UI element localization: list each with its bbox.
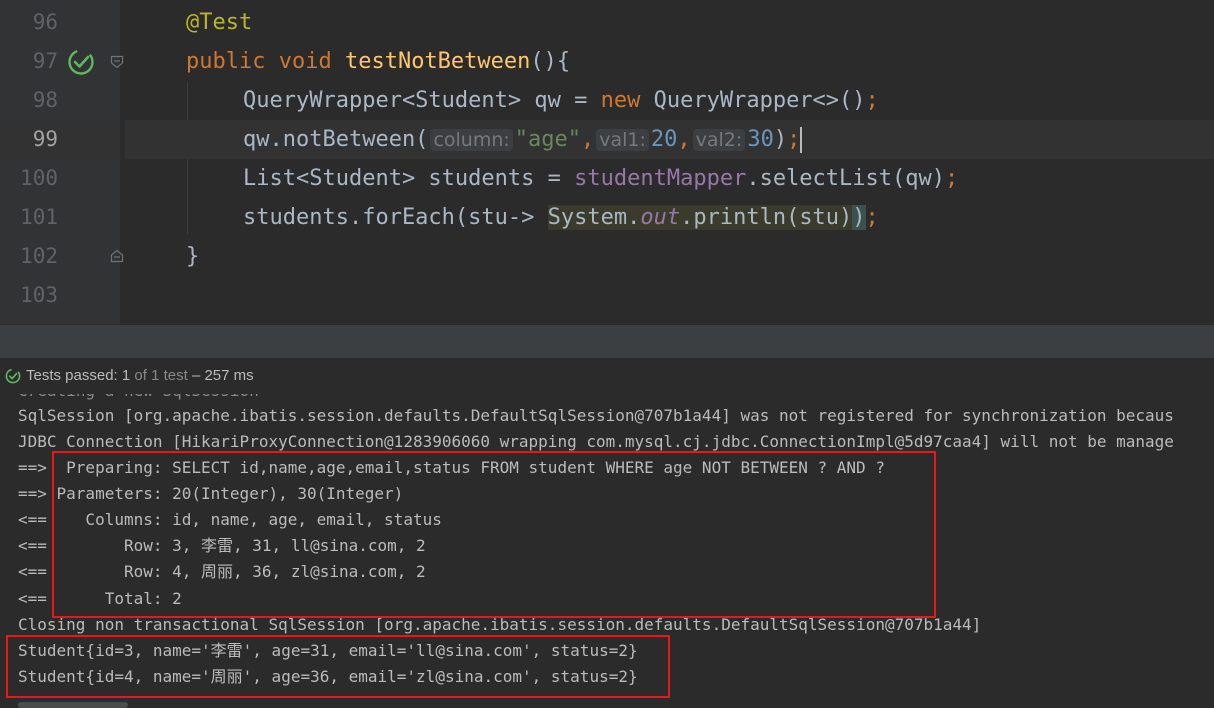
parameter-hint: column: [430, 129, 513, 151]
passed-check-icon [5, 368, 21, 384]
code-text: (){ [530, 49, 571, 74]
code-line[interactable]: @Test [125, 3, 1214, 42]
highlight-box-result [6, 635, 670, 698]
code-line[interactable]: QueryWrapper<Student> qw = new QueryWrap… [125, 81, 1214, 120]
code-line[interactable]: students.forEach(stu-> System.out.printl… [125, 198, 1214, 237]
gutter-line: 96 [0, 3, 120, 42]
code-line[interactable]: public void testNotBetween(){ [125, 42, 1214, 81]
code-text: .println(stu) [680, 205, 853, 230]
gutter-line: 102 [0, 237, 124, 276]
semicolon: ; [945, 166, 959, 191]
code-editor[interactable]: 96 97 98 99 100 101 102 103 @Test public… [0, 0, 1214, 324]
text-caret [800, 127, 803, 153]
gutter-line-current: 99 [0, 120, 120, 159]
comma: , [677, 127, 691, 152]
code-line[interactable] [125, 276, 1214, 315]
code-text: System. [547, 205, 641, 230]
gutter-line: 101 [0, 198, 120, 237]
gutter-line: 97 [0, 42, 124, 81]
code-line[interactable]: List<Student> students = studentMapper.s… [125, 159, 1214, 198]
line-number: 99 [32, 127, 58, 151]
line-number: 103 [20, 283, 58, 307]
editor-gutter: 96 97 98 99 100 101 102 103 [0, 0, 124, 324]
code-text: .selectList(qw) [746, 166, 946, 191]
field-reference: studentMapper [574, 166, 747, 191]
string-literal: "age" [514, 127, 582, 152]
duration: – 257 ms [187, 367, 254, 384]
annotation: @Test [186, 10, 253, 35]
code-text: students.forEach(stu-> [243, 205, 548, 230]
code-text: } [186, 244, 200, 269]
status-label: Tests passed: [26, 367, 122, 384]
run-passed-check-icon[interactable] [67, 48, 95, 76]
keyword: void [278, 49, 332, 74]
gutter-line: 100 [0, 159, 120, 198]
code-text: QueryWrapper<>() [640, 88, 866, 113]
semicolon: ; [865, 205, 879, 230]
method-name: testNotBetween [344, 49, 531, 74]
test-status-text: Tests passed: 1 of 1 test – 257 ms [26, 367, 254, 384]
line-number: 100 [20, 166, 58, 190]
line-number: 101 [20, 205, 58, 229]
line-number: 96 [32, 10, 58, 34]
static-field: out [640, 205, 681, 230]
passed-count: 1 [121, 367, 131, 384]
line-number: 102 [20, 244, 58, 268]
code-text: qw.notBetween( [243, 127, 429, 152]
comma: , [581, 127, 595, 152]
keyword: new [600, 88, 641, 113]
gutter-line: 103 [0, 276, 120, 315]
number-literal: 20 [650, 127, 678, 152]
fold-icon[interactable] [110, 55, 124, 69]
code-text: ) [773, 127, 788, 152]
gutter-line: 98 [0, 81, 120, 120]
line-number: 98 [32, 88, 58, 112]
test-status-bar: Tests passed: 1 of 1 test – 257 ms [0, 358, 1214, 394]
total-count: of 1 test [130, 367, 188, 384]
parameter-hint: val1: [596, 129, 649, 151]
tool-window-header [0, 324, 1214, 359]
fold-end-icon[interactable] [110, 249, 124, 263]
code-line-current[interactable]: qw.notBetween(column: "age", val1: 20, val2:… [125, 120, 1214, 159]
parameter-hint: val2: [692, 129, 746, 151]
code-text: QueryWrapper<Student> qw = [243, 88, 601, 113]
matched-bracket: ) [852, 205, 866, 230]
horizontal-scrollbar[interactable] [18, 702, 128, 708]
number-literal: 30 [747, 127, 774, 152]
semicolon: ; [787, 127, 801, 152]
console-output[interactable]: Creating a new SqlSession SqlSession [or… [0, 394, 1214, 708]
line-number: 97 [32, 49, 58, 73]
highlight-box-sql-log [52, 451, 936, 618]
semicolon: ; [865, 88, 879, 113]
code-text: List<Student> students = [243, 166, 575, 191]
code-line[interactable]: } [125, 237, 1214, 276]
keyword: public [186, 49, 266, 74]
console-line: SqlSession [org.apache.ibatis.session.de… [18, 406, 1174, 425]
